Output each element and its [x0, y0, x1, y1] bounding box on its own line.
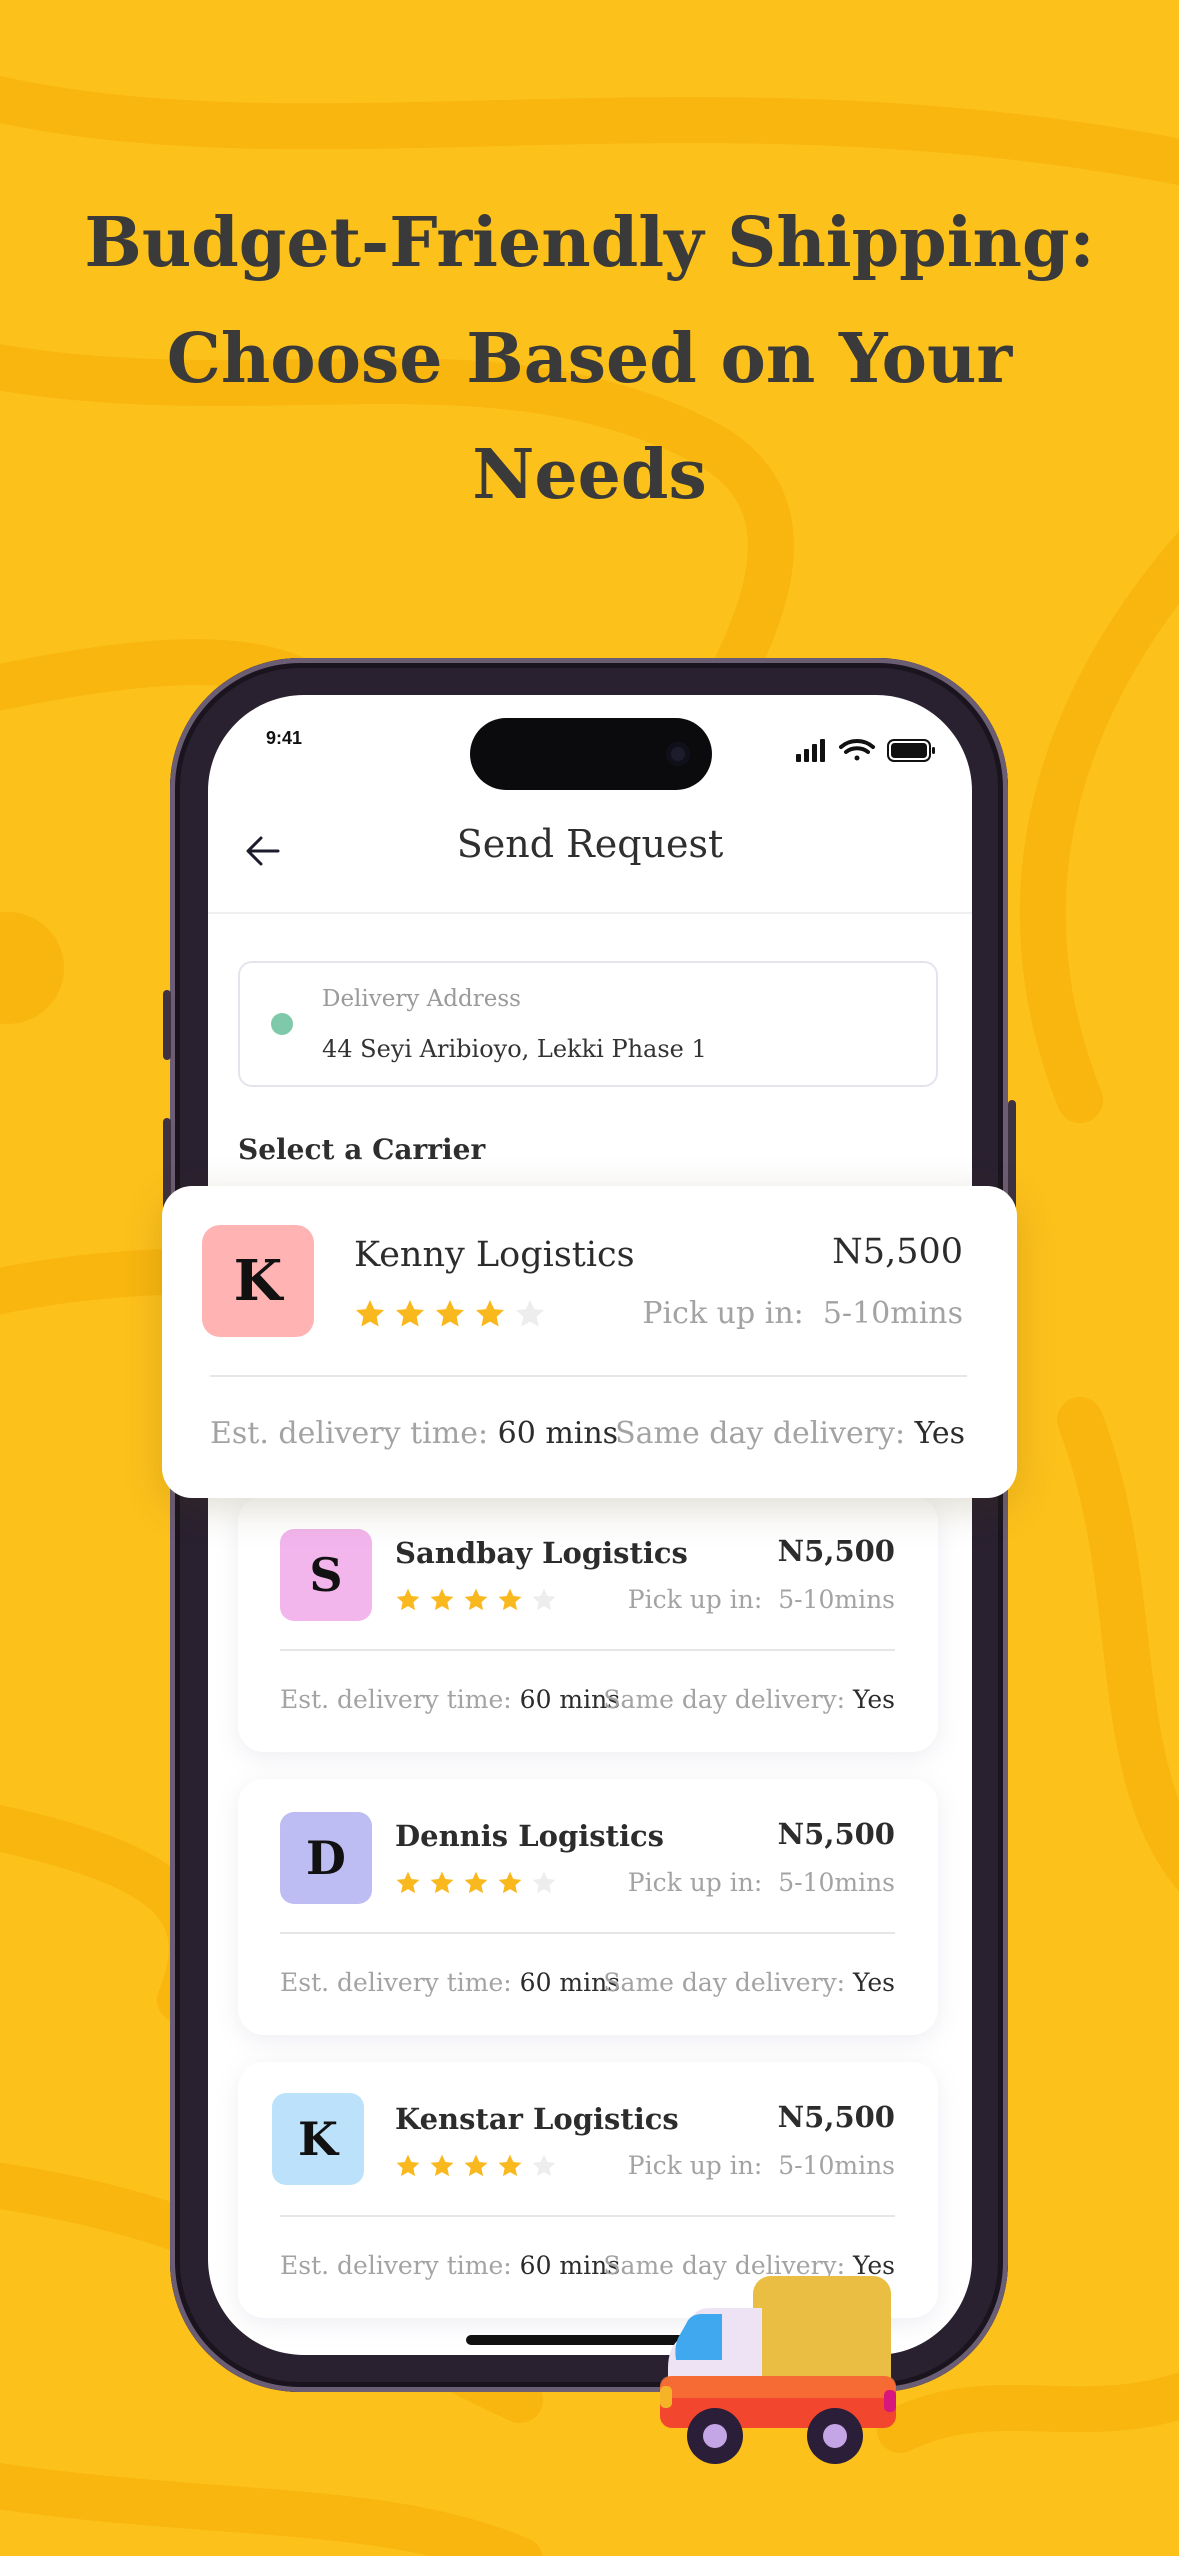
wifi-icon [839, 739, 875, 761]
card-divider [210, 1375, 967, 1377]
star-filled-icon [498, 2154, 522, 2177]
star-empty-icon [532, 2154, 556, 2177]
eta-label: Est. delivery time: [210, 1416, 489, 1451]
carrier-logo: K [272, 2093, 364, 2185]
pickup-label: Pick up in: [627, 2151, 763, 2180]
eta-label: Est. delivery time: [280, 1968, 512, 1997]
same-day-label: Same day delivery: [615, 1416, 906, 1451]
star-filled-icon [498, 1871, 522, 1894]
carrier-logo: S [280, 1529, 372, 1621]
star-filled-icon [396, 2154, 420, 2177]
rating-stars [395, 1587, 557, 1613]
headline-line-1: Budget-Friendly Shipping: [84, 203, 1095, 283]
carrier-logo-initial: D [306, 1831, 346, 1885]
star-filled-icon [396, 1300, 424, 1327]
pickup-time: Pick up in: 5-10mins [628, 2151, 895, 2180]
headline-line-2: Choose Based on Your [166, 319, 1013, 399]
carrier-name: Kenny Logistics [354, 1235, 635, 1275]
carrier-logo-initial: S [309, 1548, 343, 1602]
eta-label: Est. delivery time: [280, 1685, 512, 1714]
carrier-price: N5,500 [777, 1817, 895, 1851]
star-filled-icon [464, 1588, 488, 1611]
star-filled-icon [430, 1588, 454, 1611]
star-filled-icon [430, 2154, 454, 2177]
camera-icon [666, 742, 690, 766]
section-title: Select a Carrier [238, 1133, 486, 1166]
headline-line-3: Needs [472, 435, 707, 515]
carrier-name: Kenstar Logistics [395, 2102, 679, 2136]
eta-value: 60 mins [497, 1416, 619, 1451]
card-divider [280, 1649, 895, 1651]
pickup-value: 5-10mins [778, 1585, 895, 1614]
est-delivery-time: Est. delivery time: 60 mins [280, 1685, 620, 1714]
status-icons [796, 739, 935, 762]
rating-stars [395, 2153, 557, 2179]
carrier-logo-initial: K [298, 2112, 338, 2166]
est-delivery-time: Est. delivery time: 60 mins [280, 1968, 620, 1997]
star-filled-icon [356, 1300, 384, 1327]
star-filled-icon [498, 1588, 522, 1611]
pickup-value: 5-10mins [778, 2151, 895, 2180]
delivery-address-value: 44 Seyi Aribioyo, Lekki Phase 1 [322, 1035, 707, 1063]
same-day-value: Yes [853, 1685, 895, 1714]
est-delivery-time: Est. delivery time: 60 mins [210, 1416, 618, 1451]
est-delivery-time: Est. delivery time: 60 mins [280, 2251, 620, 2280]
same-day-delivery: Same day delivery: Yes [603, 1685, 895, 1714]
delivery-address-label: Delivery Address [322, 986, 521, 1012]
pickup-time: Pick up in: 5-10mins [628, 1868, 895, 1897]
carrier-logo: D [280, 1812, 372, 1904]
star-empty-icon [532, 1588, 556, 1611]
same-day-value: Yes [914, 1416, 965, 1451]
star-filled-icon [464, 1871, 488, 1894]
carrier-logo: K [202, 1225, 314, 1337]
card-divider [280, 2215, 895, 2217]
pickup-label: Pick up in: [627, 1585, 763, 1614]
eta-label: Est. delivery time: [280, 2251, 512, 2280]
delivery-truck-icon [660, 2276, 896, 2464]
carrier-price: N5,500 [832, 1232, 963, 1272]
card-divider [280, 1932, 895, 1934]
carrier-name: Sandbay Logistics [395, 1536, 688, 1570]
rating-stars [354, 1298, 546, 1330]
same-day-delivery: Same day delivery: Yes [615, 1416, 965, 1451]
battery-icon [887, 739, 935, 762]
star-filled-icon [476, 1300, 504, 1327]
star-filled-icon [436, 1300, 464, 1327]
carrier-card-dennis[interactable]: D Dennis Logistics N5,500 Pick up in: 5-… [238, 1779, 938, 2035]
location-dot-icon [271, 1013, 293, 1035]
carrier-card-sandbay[interactable]: S Sandbay Logistics N5,500 Pick up in: 5… [238, 1496, 938, 1752]
carrier-price: N5,500 [777, 1534, 895, 1568]
star-filled-icon [430, 1871, 454, 1894]
carrier-price: N5,500 [777, 2100, 895, 2134]
pickup-label: Pick up in: [642, 1296, 804, 1331]
pickup-time: Pick up in: 5-10mins [628, 1585, 895, 1614]
carrier-name: Dennis Logistics [395, 1819, 664, 1853]
dynamic-island [470, 718, 712, 790]
status-time: 9:41 [266, 728, 303, 748]
pickup-label: Pick up in: [627, 1868, 763, 1897]
pickup-value: 5-10mins [778, 1868, 895, 1897]
same-day-label: Same day delivery: [603, 1968, 846, 1997]
same-day-label: Same day delivery: [603, 1685, 846, 1714]
star-filled-icon [396, 1588, 420, 1611]
pickup-time: Pick up in: 5-10mins [642, 1296, 963, 1331]
carrier-logo-initial: K [233, 1248, 283, 1314]
delivery-address-field[interactable] [238, 961, 938, 1087]
star-empty-icon [516, 1300, 544, 1327]
page-title: Send Request [456, 822, 724, 866]
carrier-card-kenny-featured[interactable]: K Kenny Logistics N5,500 Pick up in: 5-1… [162, 1186, 1017, 1498]
phone-side-button [163, 990, 171, 1060]
headline: Budget-Friendly Shipping: Choose Based o… [60, 185, 1119, 533]
pickup-value: 5-10mins [822, 1296, 963, 1331]
signal-icon [796, 739, 825, 762]
rating-stars [395, 1870, 557, 1896]
star-filled-icon [396, 1871, 420, 1894]
same-day-delivery: Same day delivery: Yes [603, 1968, 895, 1997]
star-filled-icon [464, 2154, 488, 2177]
same-day-value: Yes [853, 1968, 895, 1997]
star-empty-icon [532, 1871, 556, 1894]
